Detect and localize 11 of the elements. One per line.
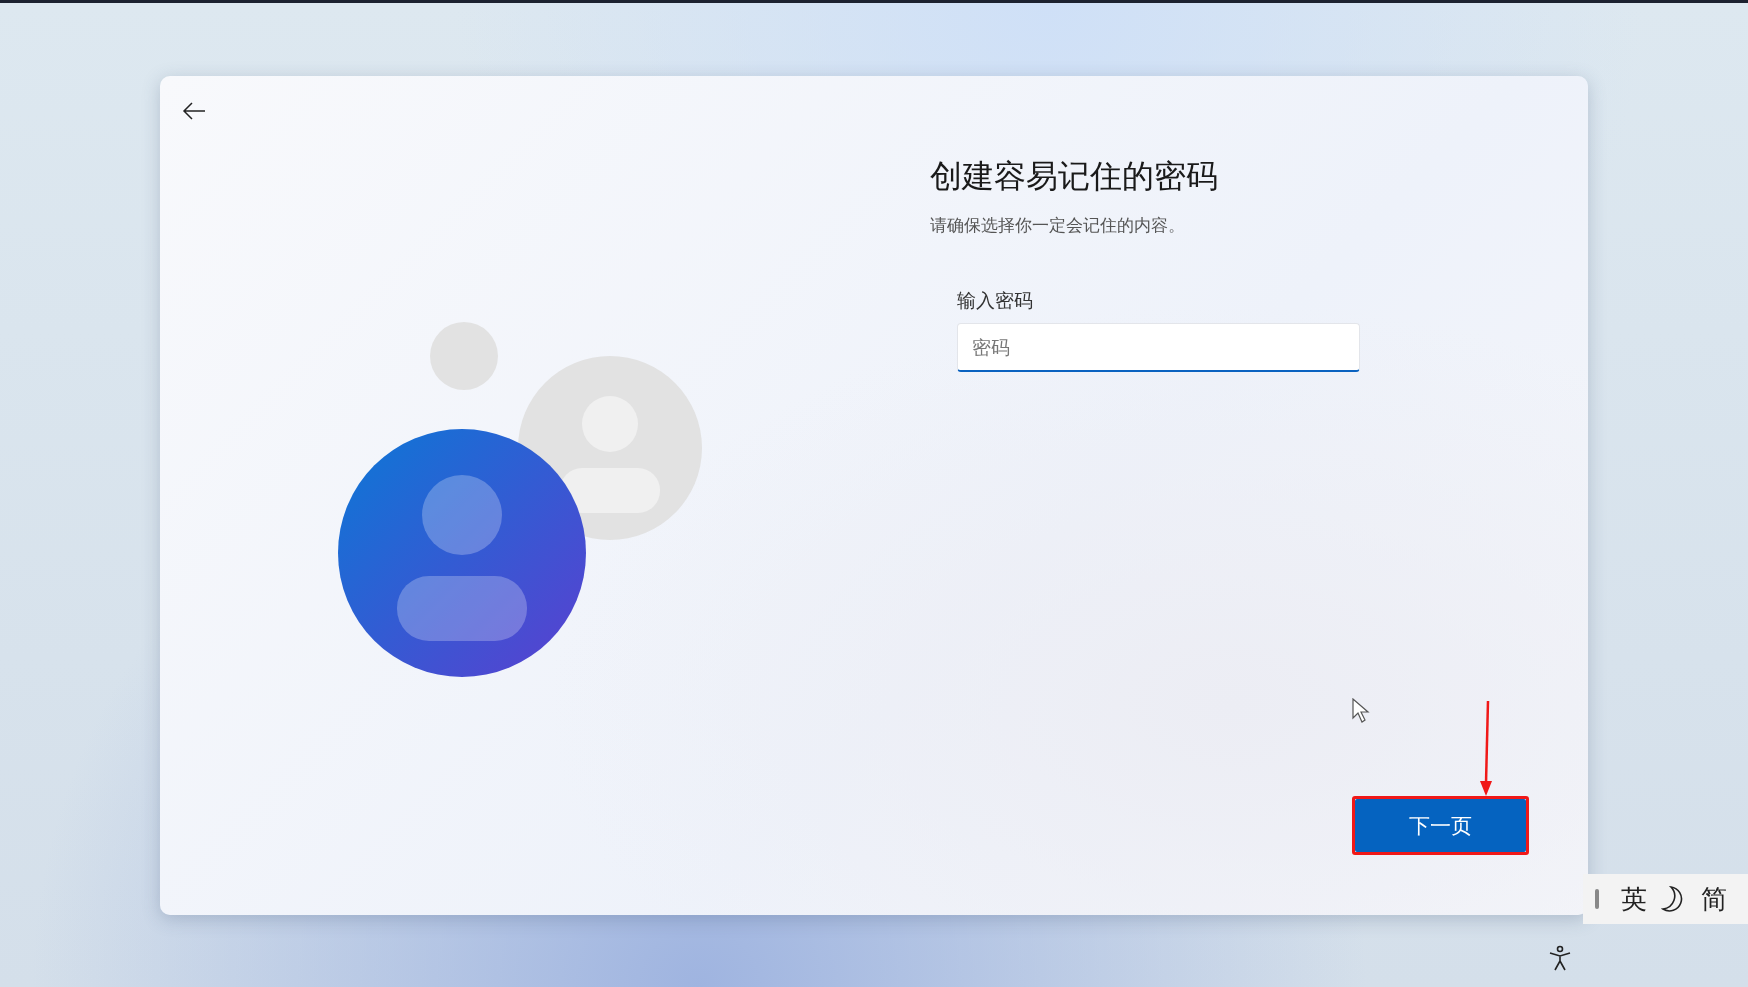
field-label: 输入密码 <box>957 288 1033 313</box>
grip-handle-icon[interactable] <box>1595 889 1599 909</box>
ime-mode-toggle[interactable]: 简 <box>1701 881 1727 917</box>
next-button[interactable]: 下一页 <box>1355 799 1526 852</box>
page-title: 创建容易记住的密码 <box>930 156 1219 197</box>
accessibility-icon[interactable] <box>1548 945 1572 971</box>
back-arrow-icon[interactable] <box>182 101 206 121</box>
mouse-pointer-icon <box>1352 698 1372 724</box>
password-field[interactable]: 密码 <box>957 323 1360 372</box>
ime-mode-toggle[interactable]: 英 <box>1621 881 1647 917</box>
page-subtitle: 请确保选择你一定会记住的内容。 <box>930 214 1186 237</box>
